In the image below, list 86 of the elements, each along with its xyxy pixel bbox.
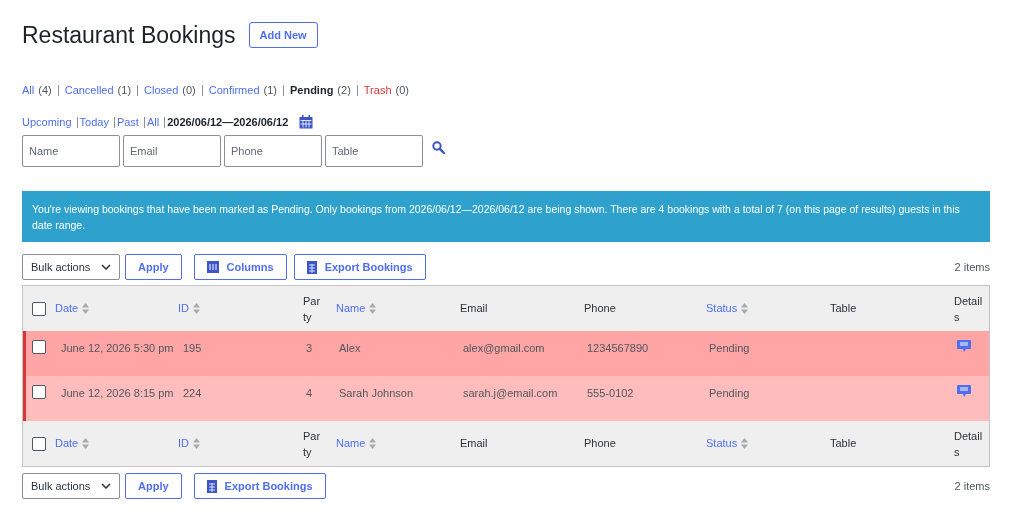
column-header: Phone [584, 301, 616, 317]
table-cell: 224 [183, 387, 202, 399]
column-sort-link[interactable]: Date [55, 300, 79, 317]
sort-icon[interactable] [193, 303, 200, 314]
filter-count: (1) [117, 82, 132, 98]
table-cell: Sarah Johnson [339, 387, 413, 399]
checkbox[interactable] [32, 385, 46, 399]
sort-icon[interactable] [193, 438, 200, 449]
table-cell: Pending [709, 387, 750, 399]
sort-icon[interactable] [82, 438, 90, 449]
filter-count: (1) [263, 82, 277, 98]
column-header: Email [460, 436, 488, 452]
search-field[interactable]: Phone [224, 135, 322, 167]
spreadsheet-icon [206, 479, 217, 493]
column-sort-link[interactable]: Status [706, 300, 738, 317]
table-cell: June 12, 2026 8:15 pm [61, 387, 174, 399]
checkbox[interactable] [32, 340, 46, 354]
column-sort-link[interactable]: ID [178, 435, 189, 452]
filter-count: (0) [182, 82, 196, 98]
table-cell: Pending [709, 342, 750, 354]
info-notice: You're viewing bookings that have been marked as Pending. Only bookings from 2026/06/12—2026/06/12 are being shown. There are 4 bookings with a total of 7 (on this page of results) guests in this date range. [22, 191, 990, 242]
bulk-actions-dropdown[interactable]: Bulk actions [22, 254, 120, 280]
column-sort-link[interactable]: ID [178, 300, 189, 317]
date-filter-link[interactable]: Upcoming [22, 113, 72, 131]
speech-bubble-icon[interactable] [957, 340, 971, 353]
date-filter-link[interactable]: All [146, 113, 160, 131]
speech-bubble-icon[interactable] [957, 385, 971, 398]
status-filter-link[interactable]: Closed [144, 81, 179, 99]
sort-icon[interactable] [369, 303, 377, 314]
filter-count: (2) [337, 82, 351, 98]
column-header: Email [460, 301, 488, 317]
status-filter-link[interactable]: Pending [289, 81, 334, 99]
table-cell: sarah.j@email.com [463, 387, 558, 399]
table-cell: 555-0102 [587, 387, 634, 399]
item-count: 2 items [954, 478, 990, 494]
status-filter-link[interactable]: Trash [363, 81, 392, 99]
column-header: Phone [584, 436, 616, 452]
column-sort-link[interactable]: Name [336, 435, 366, 452]
apply-button[interactable]: Apply [125, 254, 182, 280]
column-header: Details [954, 428, 984, 460]
status-filter-link[interactable]: Cancelled [64, 81, 114, 99]
column-header: Party [303, 428, 322, 460]
search-field[interactable]: Table [325, 135, 423, 167]
column-sort-link[interactable]: Name [336, 300, 366, 317]
table-cell: 3 [306, 342, 313, 354]
checkbox[interactable] [32, 436, 46, 451]
filter-count: (4) [38, 82, 52, 98]
date-filter-link[interactable]: Past [116, 113, 139, 131]
status-filter-link[interactable]: Confirmed [208, 81, 260, 99]
spreadsheet-icon [306, 260, 317, 274]
column-header: Party [303, 293, 322, 325]
date-filter-link[interactable]: Today [79, 113, 109, 131]
table-cell: 4 [306, 387, 313, 399]
apply-button[interactable]: Apply [125, 473, 182, 499]
search-icon[interactable] [432, 140, 445, 154]
bulk-actions-dropdown[interactable]: Bulk actions [22, 473, 120, 499]
sort-icon[interactable] [741, 438, 749, 449]
sort-icon[interactable] [741, 303, 749, 314]
export-bookings-button[interactable]: Export Bookings [193, 473, 326, 499]
chevron-down-icon [101, 483, 111, 489]
sort-icon[interactable] [369, 438, 377, 449]
item-count: 2 items [954, 259, 990, 275]
table-cell: 1234567890 [587, 342, 649, 354]
chevron-down-icon [101, 264, 111, 270]
search-field[interactable]: Name [22, 135, 120, 167]
sort-icon[interactable] [82, 303, 90, 314]
columns-icon [206, 261, 219, 273]
column-header: Table [830, 301, 857, 317]
table-cell: 195 [183, 342, 202, 354]
search-field[interactable]: Email [123, 135, 221, 167]
status-filter-link[interactable]: All [22, 81, 35, 99]
table-cell: Alex [339, 342, 361, 354]
column-header: Details [954, 293, 984, 325]
filter-count: (0) [395, 82, 409, 98]
export-bookings-button[interactable]: Export Bookings [293, 254, 426, 280]
column-sort-link[interactable]: Date [55, 435, 79, 452]
add-new-button[interactable]: Add New [248, 22, 318, 48]
columns-button[interactable]: Columns [193, 254, 287, 280]
table-cell: alex@gmail.com [463, 342, 545, 354]
page-title: Restaurant Bookings [22, 20, 236, 50]
checkbox[interactable] [32, 301, 46, 316]
date-filter-link[interactable]: 2026/06/12—2026/06/12 [167, 113, 289, 131]
column-sort-link[interactable]: Status [706, 435, 738, 452]
column-header: Table [830, 436, 857, 452]
table-cell: June 12, 2026 5:30 pm [61, 342, 174, 354]
calendar-icon[interactable] [299, 115, 314, 129]
